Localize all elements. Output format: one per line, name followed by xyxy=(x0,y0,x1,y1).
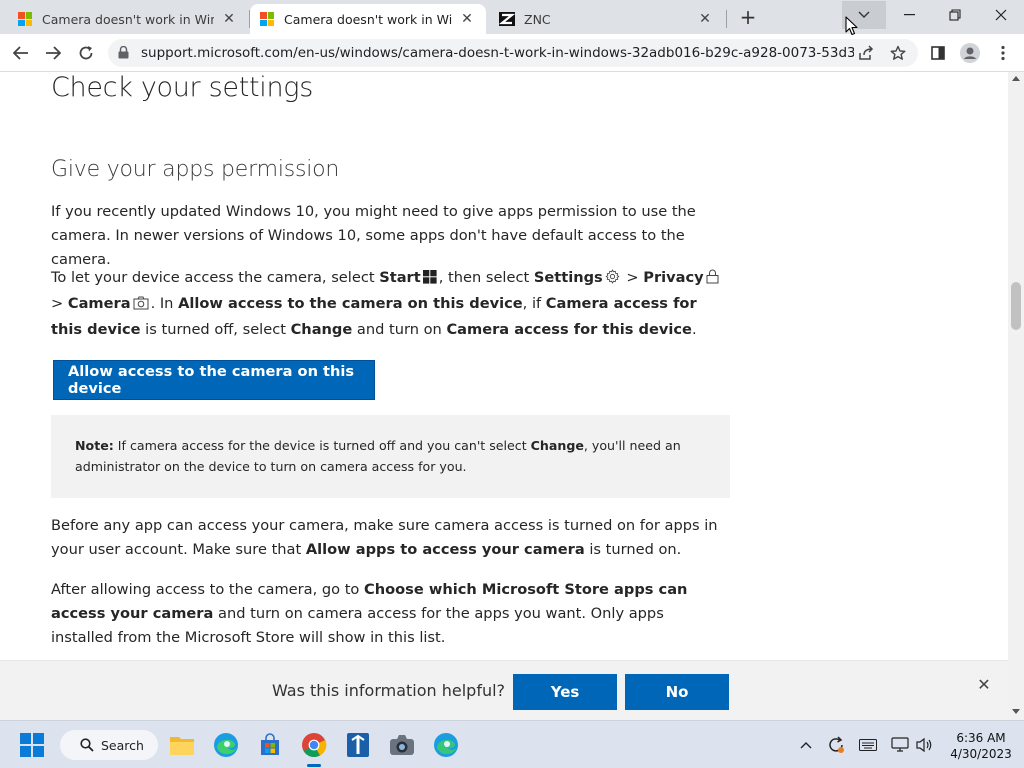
tab-title: Camera doesn't work in Windows xyxy=(284,11,452,27)
paragraph-user-account: Before any app can access your camera, m… xyxy=(51,517,718,558)
chevron-down-icon xyxy=(858,11,870,18)
edge-dev-icon[interactable] xyxy=(430,729,462,761)
sync-icon[interactable] xyxy=(826,735,846,755)
menu-button[interactable] xyxy=(990,40,1016,66)
minimize-button[interactable] xyxy=(886,0,932,30)
kebab-menu-icon xyxy=(1001,45,1005,61)
back-button[interactable] xyxy=(8,40,34,66)
scroll-up-arrow-icon[interactable] xyxy=(1012,76,1020,81)
maximize-button[interactable] xyxy=(932,0,978,30)
paragraph-update-permission: If you recently updated Windows 10, you … xyxy=(51,203,696,268)
paragraph-steps: To let your device access the camera, se… xyxy=(51,266,723,342)
taskbar-search[interactable]: Search xyxy=(60,730,158,760)
settings-label: Settings xyxy=(533,269,603,286)
search-label: Search xyxy=(101,737,144,753)
profile-avatar-icon xyxy=(960,43,980,63)
reload-button[interactable] xyxy=(73,40,99,66)
feedback-question: Was this information helpful? xyxy=(272,681,506,700)
note-box: Note: If camera access for the device is… xyxy=(51,415,730,498)
paragraph-store-apps: After allowing access to the camera, go … xyxy=(51,581,688,646)
url-text[interactable]: support.microsoft.com/en-us/windows/came… xyxy=(141,45,854,61)
feedback-no-button[interactable]: No xyxy=(625,674,729,710)
arrow-left-icon xyxy=(13,46,28,60)
file-explorer-icon[interactable] xyxy=(166,729,198,761)
note-label: Note: xyxy=(75,438,114,453)
reload-icon xyxy=(79,46,93,60)
bookmark-star-icon[interactable] xyxy=(886,41,910,65)
volume-icon[interactable] xyxy=(914,735,934,755)
lock-icon xyxy=(706,268,719,292)
forward-button[interactable] xyxy=(40,40,66,66)
app-icon[interactable] xyxy=(342,729,374,761)
tab-title: Camera doesn't work in Windows xyxy=(42,11,214,27)
windows-start-icon xyxy=(422,268,437,292)
windows-logo-icon xyxy=(20,733,44,757)
taskbar: Search 6:36 AM 4/30/2023 xyxy=(0,720,1024,768)
page-content: Check your settings Give your apps permi… xyxy=(0,72,1008,660)
search-icon xyxy=(80,738,94,752)
microsoft-store-icon[interactable] xyxy=(254,729,286,761)
camera-app-icon[interactable] xyxy=(386,729,418,761)
browser-toolbar: support.microsoft.com/en-us/windows/came… xyxy=(0,34,1024,72)
side-panel-button[interactable] xyxy=(925,40,951,66)
znc-logo-icon xyxy=(498,11,516,27)
section-heading: Check your settings xyxy=(51,72,313,103)
camera-icon xyxy=(133,294,149,318)
microsoft-logo-icon xyxy=(260,12,274,26)
mouse-cursor-icon xyxy=(845,16,859,40)
microsoft-logo-icon xyxy=(18,12,32,26)
tab-close-icon[interactable]: ✕ xyxy=(458,10,476,28)
vertical-scrollbar[interactable] xyxy=(1008,72,1024,720)
feedback-bar: Was this information helpful? Yes No ✕ xyxy=(0,660,1008,720)
section-subheading: Give your apps permission xyxy=(51,157,340,182)
arrow-right-icon xyxy=(46,46,61,60)
feedback-close-icon[interactable]: ✕ xyxy=(975,675,993,694)
clock-date: 4/30/2023 xyxy=(950,747,1012,761)
active-app-indicator xyxy=(307,764,321,767)
chrome-icon[interactable] xyxy=(298,729,330,761)
feedback-yes-button[interactable]: Yes xyxy=(513,674,617,710)
tab-title: ZNC xyxy=(524,11,551,27)
tab-camera-1[interactable]: Camera doesn't work in Windows ✕ xyxy=(8,4,248,34)
tab-camera-2[interactable]: Camera doesn't work in Windows ✕ xyxy=(250,4,486,34)
keyboard-icon[interactable] xyxy=(858,735,878,755)
new-tab-button[interactable]: + xyxy=(736,5,760,29)
allow-camera-access-button[interactable]: Allow access to the camera on this devic… xyxy=(53,360,375,400)
side-panel-icon xyxy=(931,46,945,60)
chevron-up-icon[interactable] xyxy=(796,735,816,755)
lock-icon[interactable] xyxy=(118,44,129,63)
scroll-down-arrow-icon[interactable] xyxy=(1012,709,1020,714)
tab-strip: Camera doesn't work in Windows ✕ Camera … xyxy=(0,0,1024,34)
start-button[interactable] xyxy=(16,729,48,761)
gear-icon xyxy=(605,268,620,292)
tab-close-icon[interactable]: ✕ xyxy=(696,10,714,28)
start-label: Start xyxy=(379,269,421,286)
clock-time: 6:36 AM xyxy=(956,731,1006,745)
camera-label: Camera xyxy=(67,295,131,312)
privacy-label: Privacy xyxy=(643,269,704,286)
tab-separator xyxy=(726,10,727,28)
profile-button[interactable] xyxy=(957,40,983,66)
scrollbar-thumb[interactable] xyxy=(1011,282,1021,330)
tab-close-icon[interactable]: ✕ xyxy=(220,10,238,28)
tab-znc[interactable]: ZNC ✕ xyxy=(488,4,724,34)
restore-icon xyxy=(949,9,961,21)
minimize-icon xyxy=(903,14,915,16)
network-icon[interactable] xyxy=(890,735,910,755)
taskbar-clock[interactable]: 6:36 AM 4/30/2023 xyxy=(946,730,1016,762)
share-icon[interactable] xyxy=(854,41,878,65)
address-bar[interactable]: support.microsoft.com/en-us/windows/came… xyxy=(108,39,918,67)
close-window-button[interactable] xyxy=(978,0,1024,30)
edge-icon[interactable] xyxy=(210,729,242,761)
close-icon xyxy=(995,9,1007,21)
